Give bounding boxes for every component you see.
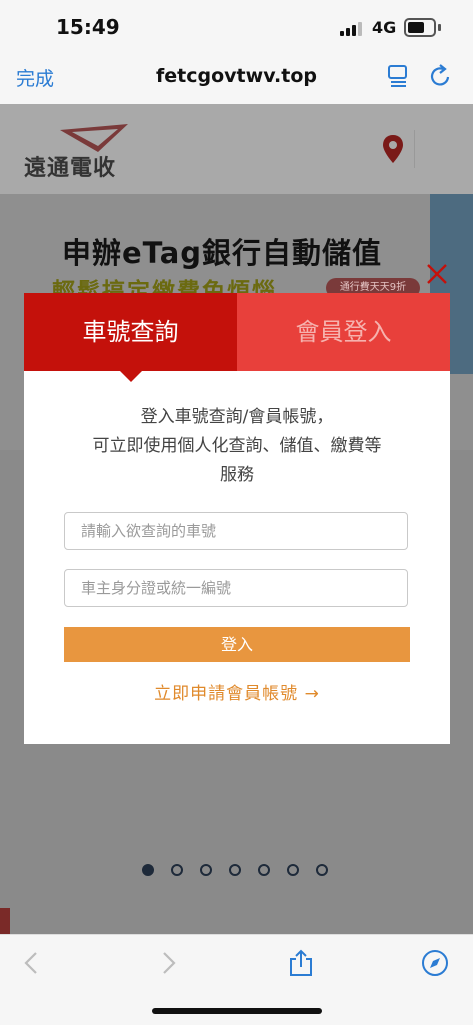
close-icon[interactable] <box>425 262 449 286</box>
description-line: 服務 <box>220 465 254 485</box>
location-pin-icon[interactable] <box>382 134 404 164</box>
done-button[interactable]: 完成 <box>16 64 54 91</box>
carousel-dot[interactable] <box>258 864 270 876</box>
news-strip-accent <box>0 908 10 934</box>
browser-bar: fetcgovtwv.top 完成 <box>0 52 473 104</box>
carousel-dot[interactable] <box>229 864 241 876</box>
description-line: 登入車號查詢/會員帳號， <box>140 407 334 427</box>
modal-description: 登入車號查詢/會員帳號， 可立即使用個人化查詢、儲值、繳費等 服務 <box>24 403 450 490</box>
tab-member-login[interactable]: 會員登入 <box>237 293 450 371</box>
carousel-dot[interactable] <box>316 864 328 876</box>
banner-title: 申辦eTag銀行自動儲值 <box>62 236 383 270</box>
description-line: 可立即使用個人化查詢、儲值、繳費等 <box>92 436 382 456</box>
carousel-dot[interactable] <box>200 864 212 876</box>
status-bar: 15:49 4G <box>0 0 473 52</box>
network-label: 4G <box>372 18 397 37</box>
home-indicator <box>152 1008 322 1014</box>
carousel-dot[interactable] <box>171 864 183 876</box>
share-icon[interactable] <box>287 949 315 977</box>
status-time: 15:49 <box>56 15 120 39</box>
reload-icon[interactable] <box>430 64 452 88</box>
signal-icon <box>340 22 364 36</box>
news-strip <box>0 908 473 934</box>
site-header: 遠通電收 <box>0 104 473 194</box>
apply-member-link[interactable]: 立即申請會員帳號 → <box>24 679 450 704</box>
forward-icon[interactable] <box>154 949 182 977</box>
login-modal: 車號查詢 會員登入 登入車號查詢/會員帳號， 可立即使用個人化查詢、儲值、繳費等… <box>24 293 450 744</box>
battery-icon <box>404 18 441 37</box>
plate-number-input[interactable] <box>64 512 408 550</box>
tab-plate-query[interactable]: 車號查詢 <box>24 293 237 371</box>
compass-icon[interactable] <box>421 949 449 977</box>
tab-pointer <box>120 371 142 382</box>
carousel-dot[interactable] <box>287 864 299 876</box>
header-divider <box>414 130 415 168</box>
logo-text: 遠通電收 <box>24 156 117 181</box>
reader-icon[interactable] <box>388 64 408 88</box>
carousel-dot[interactable] <box>142 864 154 876</box>
back-icon[interactable] <box>18 949 46 977</box>
owner-id-input[interactable] <box>64 569 408 607</box>
login-button[interactable]: 登入 <box>64 627 410 662</box>
